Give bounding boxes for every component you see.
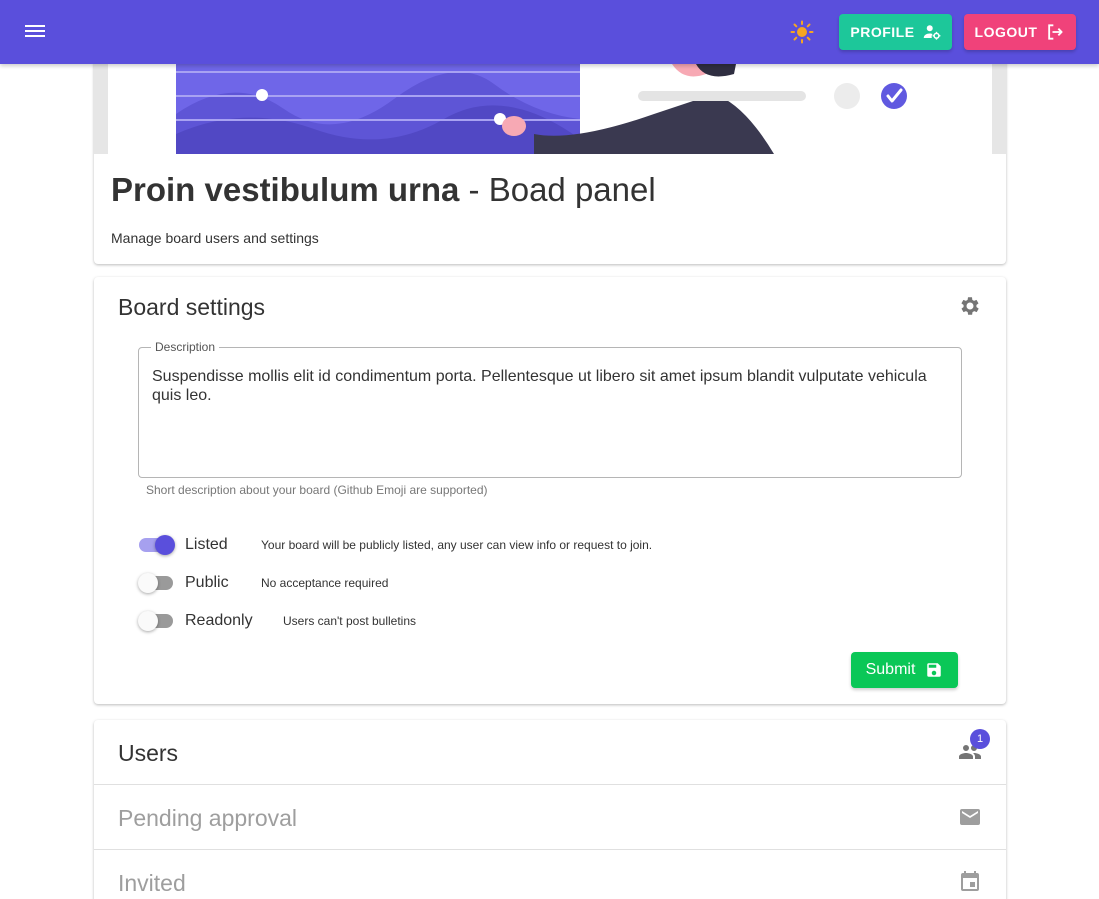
public-toggle-row: Public No acceptance required (138, 571, 388, 595)
pending-panel-title: Pending approval (118, 805, 298, 831)
calendar-icon (961, 871, 979, 891)
listed-switch[interactable] (138, 533, 175, 557)
theme-toggle-sun-icon[interactable] (790, 20, 814, 44)
menu-icon[interactable] (24, 22, 46, 42)
description-hint: Short description about your board (Gith… (146, 483, 488, 497)
listed-description: Your board will be publicly listed, any … (261, 538, 653, 552)
save-icon (927, 663, 942, 677)
users-panel-title: Users (118, 740, 179, 766)
app-bar: PROFILE LOGOUT (0, 0, 1099, 64)
profile-button[interactable]: PROFILE (839, 14, 952, 50)
public-description: No acceptance required (261, 576, 389, 590)
logout-button-label: LOGOUT (974, 24, 1038, 40)
submit-button-label: Submit (865, 661, 916, 678)
members-panels: Users 1 Pending approval Invited (94, 720, 1006, 899)
description-label: Description (151, 340, 220, 354)
mail-icon (960, 809, 980, 825)
page-subtitle: Manage board users and settings (111, 230, 319, 246)
settings-title: Board settings (118, 294, 266, 320)
description-field[interactable]: Description Suspendisse mollis elit id c… (138, 340, 962, 478)
manage-account-icon (923, 25, 940, 40)
board-settings-card: Board settings Description Suspendisse m… (94, 277, 1006, 704)
logout-icon (1048, 24, 1064, 40)
readonly-switch[interactable] (138, 609, 174, 633)
public-label[interactable]: Public (185, 574, 229, 592)
public-switch[interactable] (138, 571, 174, 595)
gear-icon[interactable] (958, 294, 982, 318)
pending-panel-header[interactable]: Pending approval (94, 784, 1006, 849)
profile-button-label: PROFILE (850, 24, 915, 40)
submit-button[interactable]: Submit (851, 652, 958, 688)
page-title: Proin vestibulum urna - Boad panel (111, 171, 656, 209)
description-value[interactable]: Suspendisse mollis elit id condimentum p… (152, 367, 931, 405)
readonly-toggle-row: Readonly Users can't post bulletins (138, 609, 416, 633)
logout-button[interactable]: LOGOUT (964, 14, 1076, 50)
readonly-description: Users can't post bulletins (283, 614, 417, 628)
invited-panel-header[interactable]: Invited (94, 849, 1006, 899)
users-count-badge: 1 (970, 729, 990, 749)
listed-toggle-row: Listed Your board will be publicly liste… (138, 533, 652, 557)
page-title-suffix: - Boad panel (459, 171, 656, 208)
invited-panel-title: Invited (118, 870, 186, 896)
users-panel-header[interactable]: Users 1 (94, 720, 1006, 785)
listed-label[interactable]: Listed (185, 536, 228, 554)
readonly-label[interactable]: Readonly (185, 612, 253, 630)
board-name: Proin vestibulum urna (111, 171, 460, 208)
